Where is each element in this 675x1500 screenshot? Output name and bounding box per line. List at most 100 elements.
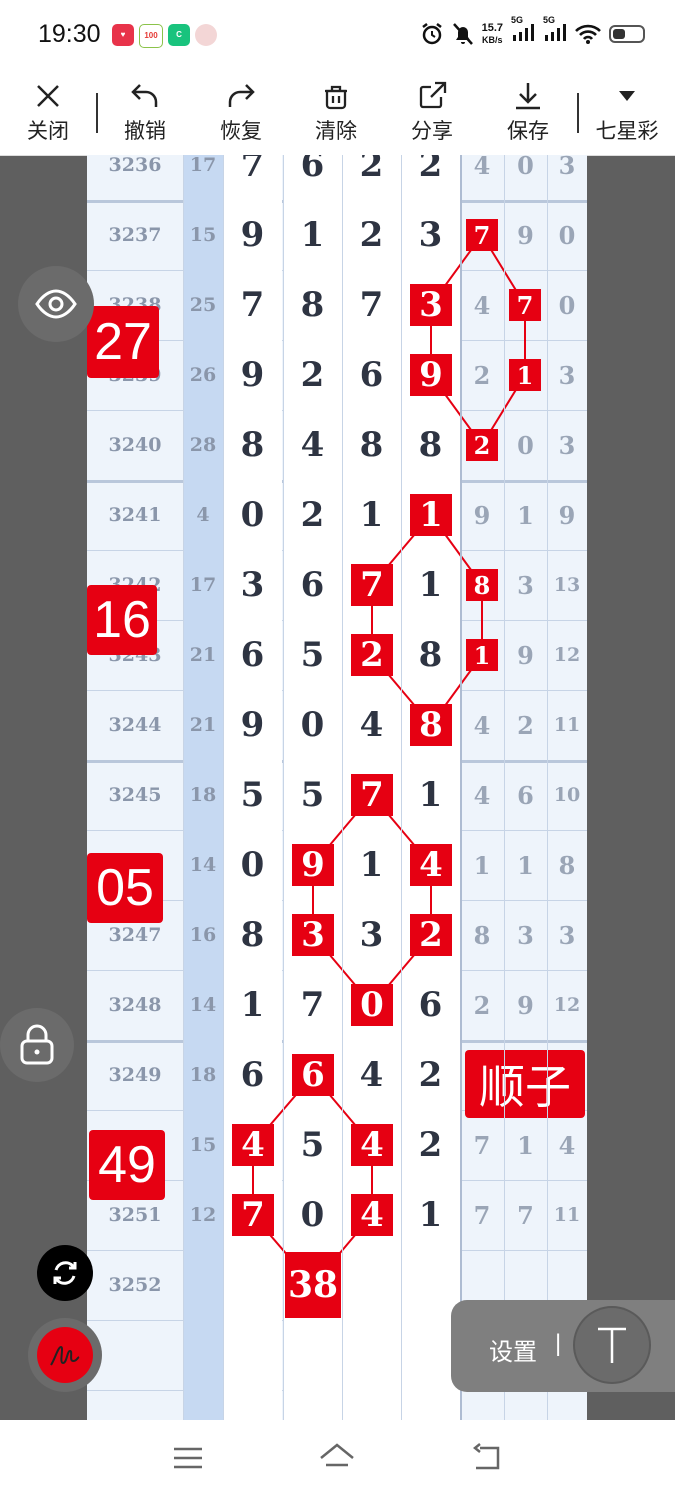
digit-cell[interactable]: 9 — [223, 690, 282, 760]
close-button[interactable]: 关闭 — [8, 79, 88, 145]
digit-cell[interactable]: 0 — [283, 690, 342, 760]
digit-cell[interactable]: 2 — [342, 200, 401, 270]
digit-cell[interactable]: 5 — [283, 760, 342, 830]
digit-cell[interactable]: 2 — [401, 1040, 460, 1110]
lottery-type-dropdown[interactable]: 七星彩 — [585, 79, 669, 145]
digit-cell[interactable]: 3 — [401, 200, 460, 270]
highlighted-digit[interactable]: 9 — [410, 354, 452, 396]
highlighted-digit[interactable]: 0 — [351, 984, 393, 1026]
digit-cell[interactable]: 2 — [401, 1110, 460, 1180]
digit-cell[interactable] — [342, 1250, 401, 1320]
digit-cell[interactable]: 4 — [342, 690, 401, 760]
digit-cell[interactable]: 6 — [401, 970, 460, 1040]
visibility-toggle-button[interactable] — [18, 266, 94, 342]
digit-cell[interactable]: 7 — [223, 155, 282, 200]
highlighted-digit[interactable]: 1 — [410, 494, 452, 536]
back-icon[interactable] — [470, 1440, 506, 1476]
menu-icon[interactable] — [170, 1440, 206, 1476]
digit-cell[interactable]: 2 — [283, 480, 342, 550]
digit-cell[interactable]: 0 — [223, 480, 282, 550]
digit-cell[interactable]: 6 — [223, 620, 282, 690]
highlighted-digit[interactable]: 4 — [232, 1124, 274, 1166]
digit-cell[interactable]: 2 — [342, 155, 401, 200]
lock-button[interactable] — [0, 1008, 74, 1082]
sum-cell: 14 — [183, 830, 223, 900]
digit-cell[interactable]: 1 — [342, 480, 401, 550]
highlighted-digit[interactable]: 2 — [466, 429, 498, 461]
highlighted-digit[interactable]: 9 — [292, 844, 334, 886]
digit-cell[interactable]: 8 — [223, 410, 282, 480]
highlighted-digit[interactable]: 7 — [351, 564, 393, 606]
draw-pen-button[interactable] — [28, 1318, 102, 1392]
digit-cell[interactable] — [342, 1390, 401, 1420]
highlighted-digit[interactable]: 2 — [410, 914, 452, 956]
highlighted-digit[interactable]: 3 — [410, 284, 452, 326]
digit-cell[interactable] — [223, 1320, 282, 1390]
highlighted-digit[interactable]: 4 — [410, 844, 452, 886]
highlighted-digit[interactable]: 1 — [466, 639, 498, 671]
lottery-trend-chart[interactable]: 3236177622403323715912379032382578734703… — [87, 155, 587, 1420]
highlighted-digit[interactable]: 1 — [509, 359, 541, 391]
digit-cell[interactable]: 6 — [223, 1040, 282, 1110]
digit-cell[interactable]: 1 — [342, 830, 401, 900]
settings-button[interactable]: 设置 — [489, 1332, 537, 1367]
digit-cell[interactable]: 1 — [223, 970, 282, 1040]
digit-cell[interactable]: 4 — [283, 410, 342, 480]
digit-cell[interactable]: 0 — [223, 830, 282, 900]
digit-cell[interactable]: 8 — [401, 620, 460, 690]
digit-cell[interactable]: 6 — [283, 550, 342, 620]
digit-cell[interactable] — [342, 1320, 401, 1390]
digit-cell[interactable]: 3 — [342, 900, 401, 970]
predicted-number[interactable]: 38 — [285, 1252, 341, 1318]
digit-cell[interactable] — [223, 1250, 282, 1320]
app-notification-icon: ♥ — [112, 24, 134, 46]
highlighted-digit[interactable]: 7 — [232, 1194, 274, 1236]
clear-button[interactable]: 清除 — [296, 79, 376, 145]
digit-cell[interactable]: 3 — [223, 550, 282, 620]
digit-cell[interactable]: 1 — [283, 200, 342, 270]
digit-cell[interactable]: 6 — [342, 340, 401, 410]
highlighted-digit[interactable]: 2 — [351, 634, 393, 676]
highlighted-digit[interactable]: 4 — [351, 1194, 393, 1236]
digit-cell[interactable]: 5 — [283, 620, 342, 690]
text-tool-button[interactable] — [575, 1308, 649, 1382]
highlighted-digit[interactable]: 6 — [292, 1054, 334, 1096]
digit-cell[interactable]: 1 — [401, 550, 460, 620]
digit-cell[interactable]: 5 — [223, 760, 282, 830]
digit-cell[interactable]: 7 — [223, 270, 282, 340]
highlighted-digit[interactable]: 8 — [466, 569, 498, 601]
digit-cell[interactable]: 6 — [283, 155, 342, 200]
share-button[interactable]: 分享 — [392, 79, 472, 145]
digit-cell[interactable]: 0 — [283, 1180, 342, 1250]
highlighted-digit[interactable]: 8 — [410, 704, 452, 746]
digit-cell[interactable]: 5 — [283, 1110, 342, 1180]
digit-cell[interactable]: 1 — [401, 760, 460, 830]
rotate-button[interactable] — [37, 1245, 93, 1301]
highlighted-digit[interactable]: 4 — [351, 1124, 393, 1166]
digit-cell[interactable]: 7 — [342, 270, 401, 340]
undo-button[interactable]: 撤销 — [105, 79, 185, 145]
highlighted-digit[interactable]: 7 — [351, 774, 393, 816]
digit-cell[interactable] — [283, 1390, 342, 1420]
digit-cell[interactable]: 9 — [223, 200, 282, 270]
digit-cell[interactable]: 8 — [401, 410, 460, 480]
digit-cell[interactable] — [283, 1320, 342, 1390]
redo-button[interactable]: 恢复 — [201, 79, 281, 145]
digit-cell[interactable] — [223, 1390, 282, 1420]
save-button[interactable]: 保存 — [488, 79, 568, 145]
digit-cell[interactable]: 4 — [342, 1040, 401, 1110]
digit-cell[interactable]: 9 — [223, 340, 282, 410]
stat-cell: 9 — [517, 640, 534, 670]
highlighted-digit[interactable]: 3 — [292, 914, 334, 956]
home-icon[interactable] — [318, 1440, 356, 1476]
digit-cell[interactable]: 2 — [283, 340, 342, 410]
digit-cell[interactable]: 7 — [283, 970, 342, 1040]
digit-cell[interactable]: 2 — [401, 155, 460, 200]
digit-cell[interactable] — [401, 1390, 460, 1420]
digit-cell[interactable]: 8 — [223, 900, 282, 970]
digit-cell[interactable]: 8 — [342, 410, 401, 480]
digit-cell[interactable]: 8 — [283, 270, 342, 340]
highlighted-digit[interactable]: 7 — [509, 289, 541, 321]
digit-cell[interactable]: 1 — [401, 1180, 460, 1250]
highlighted-digit[interactable]: 7 — [466, 219, 498, 251]
